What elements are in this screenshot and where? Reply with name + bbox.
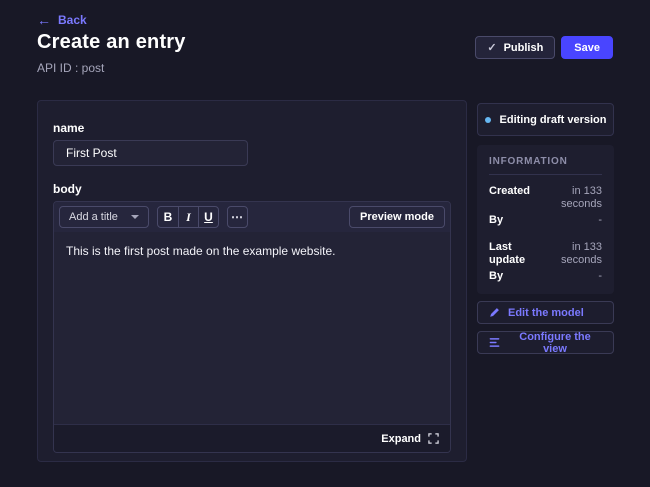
name-input-value: First Post [66, 146, 117, 160]
divider [489, 174, 602, 175]
expand-icon[interactable] [428, 433, 439, 444]
pencil-icon [489, 307, 500, 318]
back-label: Back [58, 13, 87, 27]
entry-form-card: name First Post body Add a title B I U ⋯… [37, 100, 467, 462]
title-style-select[interactable]: Add a title [59, 206, 149, 228]
info-row-last-update: Last update in 133 seconds [489, 241, 602, 267]
draft-status-label: Editing draft version [500, 114, 607, 126]
check-icon: ✓ [487, 41, 496, 54]
name-input[interactable]: First Post [53, 140, 248, 166]
title-style-select-value: Add a title [69, 211, 118, 223]
api-id-subtitle: API ID : post [37, 61, 104, 75]
info-row-created-by: By - [489, 214, 602, 227]
body-editor-textarea[interactable]: This is the first post made on the examp… [54, 232, 450, 424]
configure-view-label: Configure the view [508, 331, 602, 355]
chevron-down-icon [131, 215, 139, 219]
info-row-created: Created in 133 seconds [489, 185, 602, 211]
information-title: INFORMATION [489, 156, 602, 167]
edit-model-button[interactable]: Edit the model [477, 301, 614, 324]
info-row-updated-by: By - [489, 270, 602, 283]
body-field-label: body [53, 182, 451, 196]
preview-mode-button[interactable]: Preview mode [349, 206, 445, 228]
format-button-group: B I U [157, 206, 219, 228]
more-formats-button[interactable]: ⋯ [227, 206, 248, 228]
right-sidebar: Editing draft version INFORMATION Create… [477, 103, 614, 354]
name-field-label: name [53, 121, 451, 135]
ellipsis-icon: ⋯ [231, 210, 244, 224]
italic-button[interactable]: I [178, 207, 198, 227]
configure-view-button[interactable]: Configure the view [477, 331, 614, 354]
page-title: Create an entry [37, 31, 186, 54]
editor-footer: Expand [54, 424, 450, 452]
draft-dot-icon [485, 117, 491, 123]
body-content-text: This is the first post made on the examp… [66, 244, 335, 258]
header-actions: ✓ Publish Save [475, 36, 613, 59]
rich-text-editor: Add a title B I U ⋯ Preview mode This is… [53, 201, 451, 453]
back-link[interactable]: ← Back [37, 13, 87, 27]
list-icon [489, 337, 500, 348]
draft-status-badge: Editing draft version [477, 103, 614, 136]
arrow-left-icon: ← [37, 14, 51, 26]
expand-button[interactable]: Expand [381, 433, 421, 445]
save-button[interactable]: Save [561, 36, 613, 59]
information-panel: INFORMATION Created in 133 seconds By - … [477, 145, 614, 294]
editor-toolbar: Add a title B I U ⋯ Preview mode [54, 202, 450, 232]
publish-button[interactable]: ✓ Publish [475, 36, 555, 59]
publish-label: Publish [504, 42, 544, 54]
edit-model-label: Edit the model [508, 307, 584, 319]
underline-button[interactable]: U [198, 207, 218, 227]
bold-button[interactable]: B [158, 207, 178, 227]
